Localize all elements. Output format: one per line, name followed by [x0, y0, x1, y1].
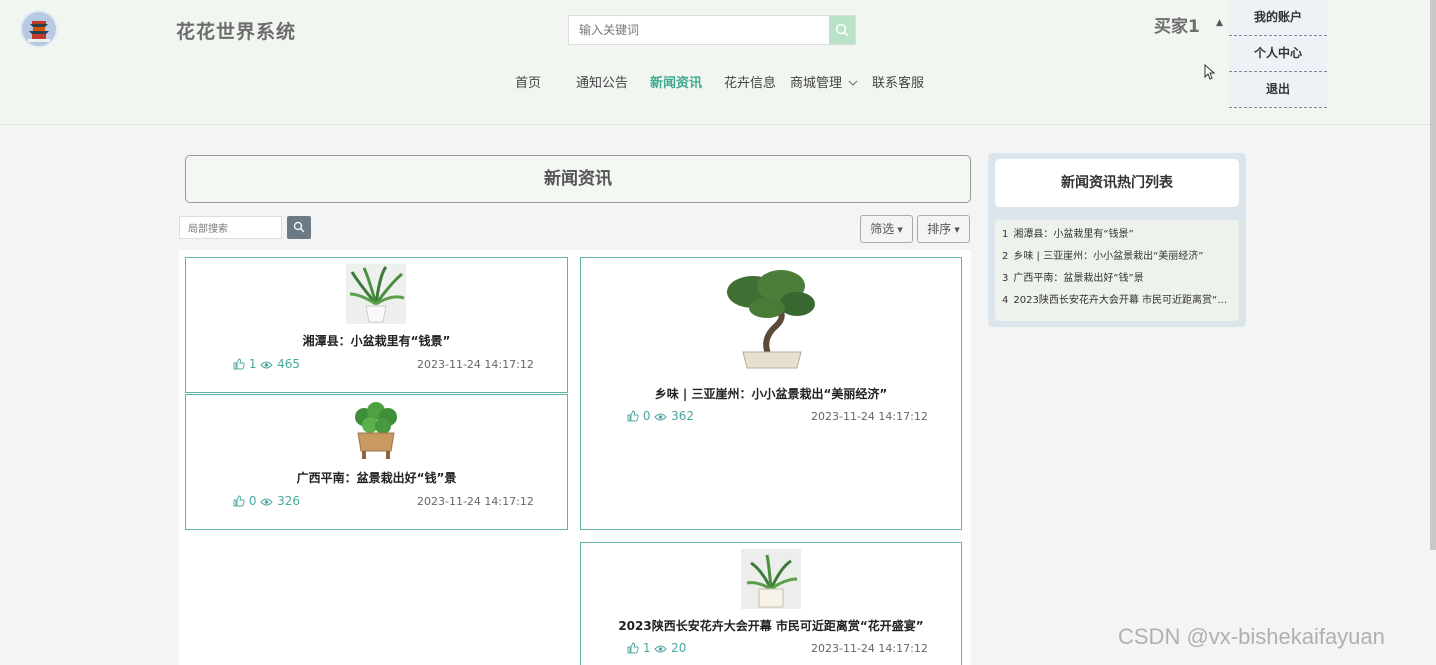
eye-icon	[654, 413, 667, 421]
hot-news-sidebar: 新闻资讯热门列表 1 湘潭县：小盆栽里有“钱景” 2 乡味 | 三亚崖州：小小盆景栽…	[988, 153, 1246, 327]
news-stats: 0 362	[627, 409, 694, 423]
menu-item-personal-center[interactable]: 个人中心	[1229, 36, 1327, 72]
sort-label: 排序	[927, 222, 952, 236]
view-count: 362	[671, 409, 695, 423]
news-date: 2023-11-24 14:17:12	[811, 410, 928, 423]
temple-logo-icon	[22, 12, 56, 46]
hot-news-item[interactable]: 3 广西平南：盆景栽出好“钱”景	[1002, 271, 1232, 293]
page-scrollbar[interactable]	[1430, 0, 1436, 550]
hot-news-item[interactable]: 2 乡味 | 三亚崖州：小小盆景栽出“美丽经济”	[1002, 249, 1232, 271]
like-count: 0	[642, 409, 651, 423]
global-search	[568, 15, 856, 45]
news-date: 2023-11-24 14:17:12	[811, 642, 928, 655]
like-count: 0	[248, 494, 257, 508]
watermark: CSDN @vx-bishekaifayuan	[1118, 624, 1385, 649]
hot-news-rank: 4	[1002, 295, 1009, 306]
nav-contact[interactable]: 联系客服	[872, 72, 924, 91]
news-thumbnail	[741, 549, 801, 609]
search-icon	[835, 23, 849, 37]
search-input[interactable]	[569, 16, 831, 44]
news-stats: 1 20	[627, 641, 686, 655]
thumbs-up-icon	[233, 358, 245, 370]
site-title: 花花世界系统	[176, 21, 297, 43]
nav-notices[interactable]: 通知公告	[576, 72, 628, 91]
news-stats: 0 326	[233, 494, 300, 508]
thumbs-up-icon	[627, 410, 639, 422]
news-title: 湘潭县：小盆栽里有“钱景”	[302, 334, 451, 348]
search-button[interactable]	[829, 16, 855, 44]
nav-shop-management[interactable]: 商城管理	[790, 72, 858, 91]
view-count: 20	[671, 641, 687, 655]
chevron-down-icon	[848, 80, 858, 86]
site-logo[interactable]	[20, 10, 58, 48]
thumbs-up-icon	[627, 642, 639, 654]
spider-plant-image	[346, 264, 406, 324]
username[interactable]: 买家1	[1154, 12, 1200, 37]
header: 花花世界系统 买家1 ▲ 我的账户 个人中心 退出 首页 通知公告 新闻资讯 花…	[0, 0, 1436, 125]
caret-down-icon: ▼	[897, 226, 903, 234]
view-count: 465	[277, 357, 301, 371]
news-date: 2023-11-24 14:17:12	[417, 495, 534, 508]
menu-item-my-account[interactable]: 我的账户	[1229, 0, 1327, 36]
succulent-pot-image	[741, 549, 801, 609]
news-title: 乡味 | 三亚崖州：小小盆景栽出“美丽经济”	[654, 387, 888, 401]
local-search-input[interactable]	[180, 219, 281, 240]
sort-button[interactable]: 排序 ▼	[917, 215, 970, 243]
nav-home[interactable]: 首页	[515, 72, 541, 91]
eye-icon	[654, 645, 667, 653]
search-icon	[293, 221, 305, 233]
thumbs-up-icon	[233, 495, 245, 507]
news-card[interactable]: 2023陕西长安花卉大会开幕 市民可近距离赏“花开盛宴” 1 20 2023-1…	[580, 542, 962, 665]
page-title: 新闻资讯	[185, 155, 971, 203]
hot-news-rank: 3	[1002, 273, 1009, 284]
eye-icon	[260, 361, 273, 369]
filter-button[interactable]: 筛选 ▼	[860, 215, 913, 243]
news-stats: 1 465	[233, 357, 300, 371]
news-thumbnail	[346, 401, 406, 461]
hot-news-item[interactable]: 1 湘潭县：小盆栽里有“钱景”	[1002, 227, 1232, 249]
nav-flowers[interactable]: 花卉信息	[724, 72, 776, 91]
news-card[interactable]: 湘潭县：小盆栽里有“钱景” 1 465 2023-11-24 14:17:12	[185, 257, 568, 393]
hot-news-text: 湘潭县：小盆栽里有“钱景”	[1013, 229, 1134, 240]
caret-up-icon[interactable]: ▲	[1216, 18, 1223, 28]
hot-news-text: 广西平南：盆景栽出好“钱”景	[1013, 273, 1144, 284]
eye-icon	[260, 498, 273, 506]
hot-news-list: 1 湘潭县：小盆栽里有“钱景” 2 乡味 | 三亚崖州：小小盆景栽出“美丽经济” 3…	[995, 220, 1239, 321]
local-search	[179, 216, 282, 240]
hot-news-rank: 2	[1002, 251, 1009, 262]
news-thumbnail	[721, 264, 821, 374]
news-date: 2023-11-24 14:17:12	[417, 358, 534, 371]
filter-label: 筛选	[870, 222, 895, 236]
nav-news[interactable]: 新闻资讯	[650, 72, 702, 91]
sidebar-title: 新闻资讯热门列表	[995, 159, 1239, 207]
news-card[interactable]: 广西平南：盆景栽出好“钱”景 0 326 2023-11-24 14:17:12	[185, 394, 568, 530]
news-thumbnail	[346, 264, 406, 324]
news-title: 广西平南：盆景栽出好“钱”景	[296, 471, 457, 485]
bonsai-tree-image	[721, 264, 821, 374]
hot-news-text: 乡味 | 三亚崖州：小小盆景栽出“美丽经济”	[1013, 251, 1204, 262]
hot-news-item[interactable]: 4 2023陕西长安花卉大会开幕 市民可近距离赏“花开盛宴”	[1002, 293, 1232, 315]
like-count: 1	[642, 641, 651, 655]
nav-shop-label: 商城管理	[790, 76, 843, 91]
news-title: 2023陕西长安花卉大会开幕 市民可近距离赏“花开盛宴”	[618, 619, 924, 633]
like-count: 1	[248, 357, 257, 371]
hot-news-rank: 1	[1002, 229, 1009, 240]
hot-news-text: 2023陕西长安花卉大会开幕 市民可近距离赏“花开盛宴”	[1013, 295, 1232, 306]
money-plant-image	[346, 401, 406, 461]
local-search-button[interactable]	[287, 216, 311, 239]
news-card[interactable]: 乡味 | 三亚崖州：小小盆景栽出“美丽经济” 0 362 2023-11-24 …	[580, 257, 962, 530]
caret-down-icon: ▼	[954, 226, 960, 234]
view-count: 326	[277, 494, 301, 508]
main-nav: 首页 通知公告 新闻资讯 花卉信息 商城管理 联系客服	[0, 72, 1436, 94]
